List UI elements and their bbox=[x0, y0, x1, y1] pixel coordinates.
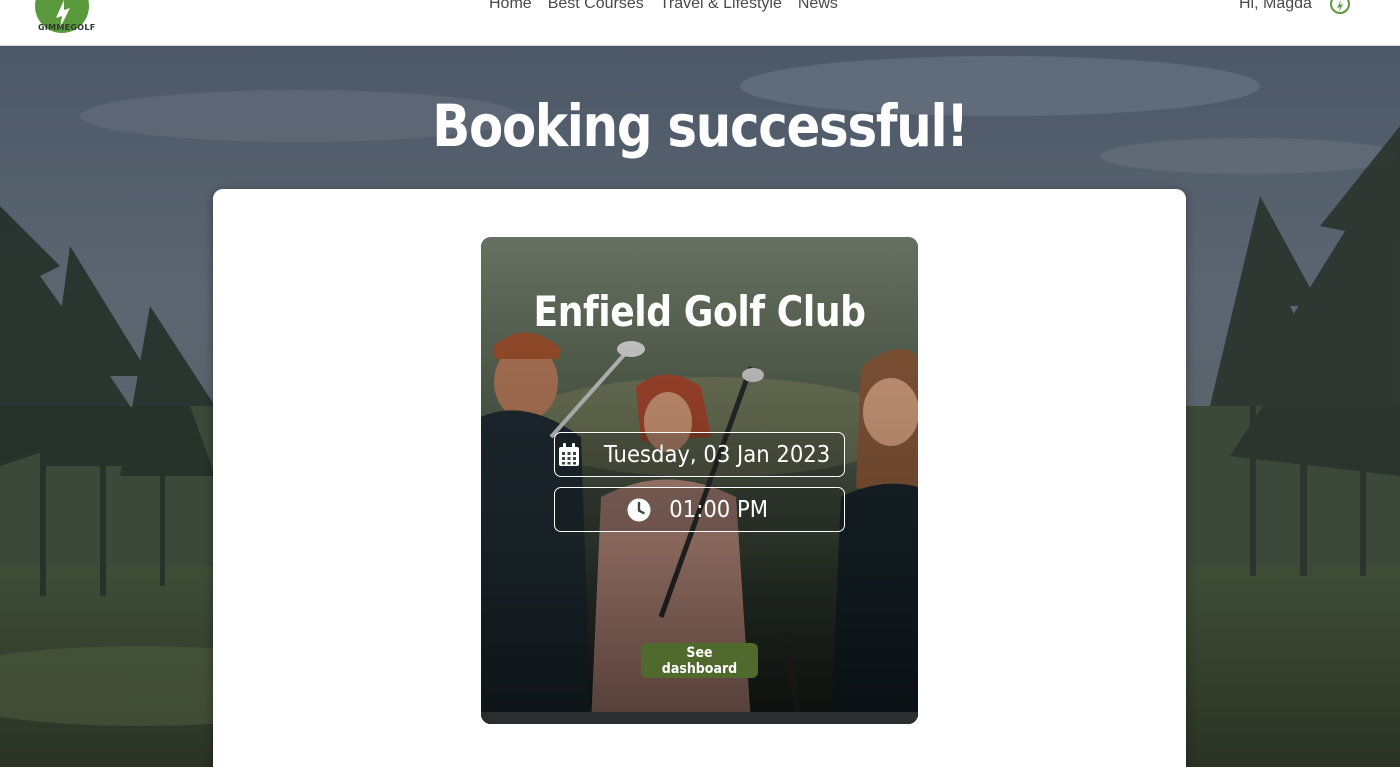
booking-date-pill: Tuesday, 03 Jan 2023 bbox=[554, 432, 845, 477]
card-footer-strip bbox=[481, 712, 918, 724]
booking-card: Enfield Golf Club Tuesday, 03 Jan 2023 0… bbox=[481, 237, 918, 724]
user-avatar-icon[interactable] bbox=[1330, 0, 1350, 14]
nav-home[interactable]: Home bbox=[489, 0, 532, 14]
nav-news[interactable]: News bbox=[798, 0, 838, 14]
clock-icon bbox=[627, 498, 651, 521]
nav-travel-lifestyle[interactable]: Travel & Lifestyle bbox=[660, 0, 782, 14]
nav-best-courses[interactable]: Best Courses bbox=[548, 0, 644, 14]
main-nav: Home Best Courses Travel & Lifestyle New… bbox=[489, 0, 838, 14]
booking-date: Tuesday, 03 Jan 2023 bbox=[604, 441, 831, 468]
see-dashboard-label: See dashboard bbox=[661, 644, 738, 677]
page-title: Booking successful! bbox=[432, 92, 969, 160]
booking-time: 01:00 PM bbox=[669, 496, 768, 523]
club-name: Enfield Golf Club bbox=[533, 287, 866, 336]
calendar-icon bbox=[559, 442, 580, 466]
booking-time-pill: 01:00 PM bbox=[554, 487, 845, 532]
top-navigation-bar: GIMMEGOLF Home Best Courses Travel & Lif… bbox=[0, 0, 1400, 46]
logo-text[interactable]: GIMMEGOLF bbox=[38, 23, 96, 32]
see-dashboard-button[interactable]: See dashboard bbox=[641, 643, 758, 678]
user-greeting[interactable]: Hi, Magda bbox=[1239, 0, 1312, 14]
